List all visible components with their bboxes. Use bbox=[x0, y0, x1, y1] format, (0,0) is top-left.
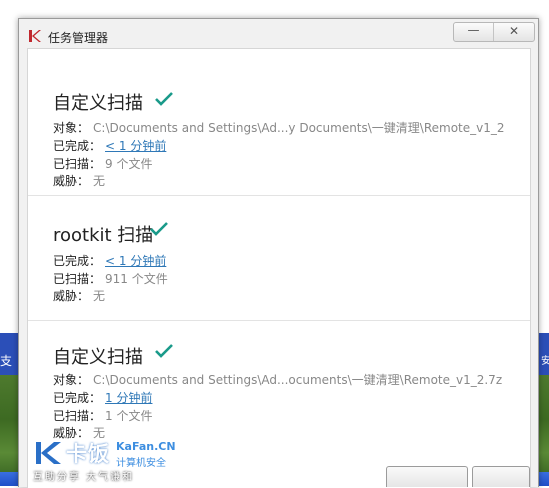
completed-time-link[interactable]: < 1 分钟前 bbox=[105, 139, 166, 153]
task-row-completed: 已完成： 1 分钟前 bbox=[53, 390, 152, 406]
watermark-subtitle: 计算机安全 bbox=[116, 458, 166, 469]
minimize-button[interactable]: — bbox=[454, 23, 494, 41]
row-value: 9 个文件 bbox=[105, 157, 153, 171]
completed-time-link[interactable]: < 1 分钟前 bbox=[105, 254, 166, 268]
title-bar[interactable]: 任务管理器 — ✕ bbox=[19, 19, 538, 49]
row-value: C:\Documents and Settings\Ad...y Documen… bbox=[93, 121, 505, 135]
watermark-brand-cn: 卡饭 bbox=[66, 442, 110, 466]
task-item: rootkit 扫描 已完成： < 1 分钟前 已扫描： 911 个文件 威胁：无 bbox=[28, 195, 530, 321]
row-label: 威胁： bbox=[53, 289, 90, 303]
kafan-logo-icon bbox=[36, 442, 61, 464]
row-label: 威胁： bbox=[53, 174, 90, 188]
task-item: 自定义扫描 对象： C:\Documents and Settings\Ad...… bbox=[28, 49, 530, 196]
bottom-button[interactable] bbox=[472, 466, 530, 487]
row-value: C:\Documents and Settings\Ad...ocuments\… bbox=[93, 373, 503, 387]
row-value: 无 bbox=[93, 289, 106, 303]
row-label: 已完成： bbox=[53, 391, 102, 405]
task-row-threats: 威胁：无 bbox=[53, 288, 105, 304]
task-title: 自定义扫描 bbox=[53, 93, 143, 114]
task-row-object: 对象： C:\Documents and Settings\Ad...y Docu… bbox=[53, 120, 505, 136]
row-value: 911 个文件 bbox=[105, 272, 168, 286]
row-label: 对象： bbox=[53, 121, 90, 135]
task-row-scanned: 已扫描： 9 个文件 bbox=[53, 156, 152, 172]
row-label: 已扫描： bbox=[53, 409, 102, 423]
task-list: 自定义扫描 对象： C:\Documents and Settings\Ad...… bbox=[27, 48, 531, 488]
window-controls: — ✕ bbox=[453, 22, 535, 42]
completed-time-link[interactable]: 1 分钟前 bbox=[105, 391, 152, 405]
row-label: 已扫描： bbox=[53, 272, 102, 286]
task-title: rootkit 扫描 bbox=[53, 225, 154, 246]
watermark-brand-en: KaFan.CN bbox=[116, 440, 176, 453]
task-row-scanned: 已扫描： 911 个文件 bbox=[53, 271, 168, 287]
row-label: 已完成： bbox=[53, 139, 102, 153]
task-row-completed: 已完成： < 1 分钟前 bbox=[53, 138, 166, 154]
kaspersky-k-icon bbox=[29, 30, 41, 42]
row-value: 无 bbox=[93, 174, 106, 188]
checkmark-icon bbox=[155, 92, 173, 106]
checkmark-icon bbox=[155, 344, 173, 358]
watermark-slogan: 互助分享 大气谦和 bbox=[33, 472, 135, 483]
close-button[interactable]: ✕ bbox=[494, 23, 534, 41]
task-row-object: 对象： C:\Documents and Settings\Ad...ocumen… bbox=[53, 372, 502, 388]
task-title: 自定义扫描 bbox=[53, 347, 143, 368]
row-label: 对象： bbox=[53, 373, 90, 387]
background-window-text-left: 支 bbox=[0, 354, 13, 368]
task-row-completed: 已完成： < 1 分钟前 bbox=[53, 253, 166, 269]
row-label: 已扫描： bbox=[53, 157, 102, 171]
checkmark-icon bbox=[150, 222, 168, 236]
row-label: 已完成： bbox=[53, 254, 102, 268]
background-window-text-right: 安 bbox=[541, 356, 549, 367]
task-row-scanned: 已扫描： 1 个文件 bbox=[53, 408, 152, 424]
window-title: 任务管理器 bbox=[48, 31, 109, 45]
bottom-button[interactable] bbox=[386, 466, 468, 487]
task-manager-window: 任务管理器 — ✕ 自定义扫描 对象： C:\Documents and Sett… bbox=[18, 18, 539, 488]
task-row-threats: 威胁：无 bbox=[53, 173, 105, 189]
row-value: 1 个文件 bbox=[105, 409, 153, 423]
